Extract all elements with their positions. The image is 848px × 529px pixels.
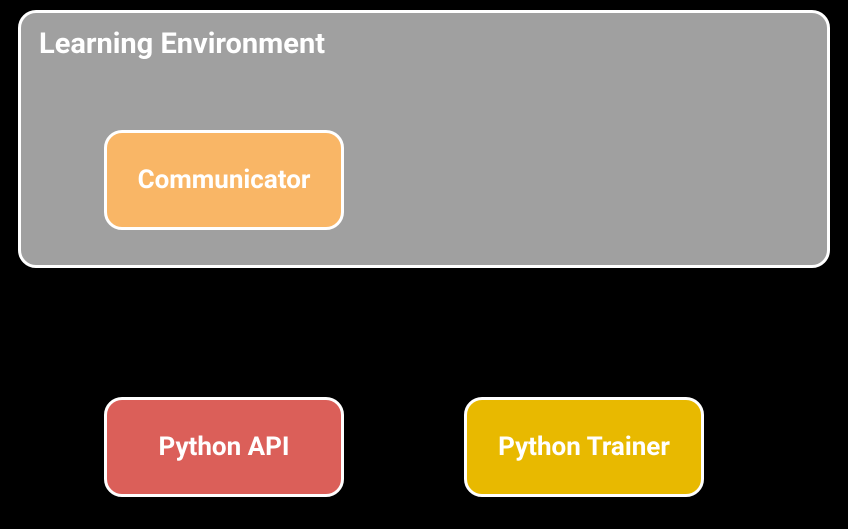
python-api-label: Python API [159,432,290,462]
connector-ball-icon [0,12,8,28]
python-api-box: Python API [104,397,344,497]
connector-ball-icon [0,150,8,166]
python-trainer-label: Python Trainer [498,432,670,462]
diagram-stage: Learning Environment Communicator Python… [0,0,848,529]
communicator-label: Communicator [138,165,311,195]
learning-environment-label: Learning Environment [39,27,325,61]
communicator-box: Communicator [104,130,344,230]
python-trainer-box: Python Trainer [464,397,704,497]
